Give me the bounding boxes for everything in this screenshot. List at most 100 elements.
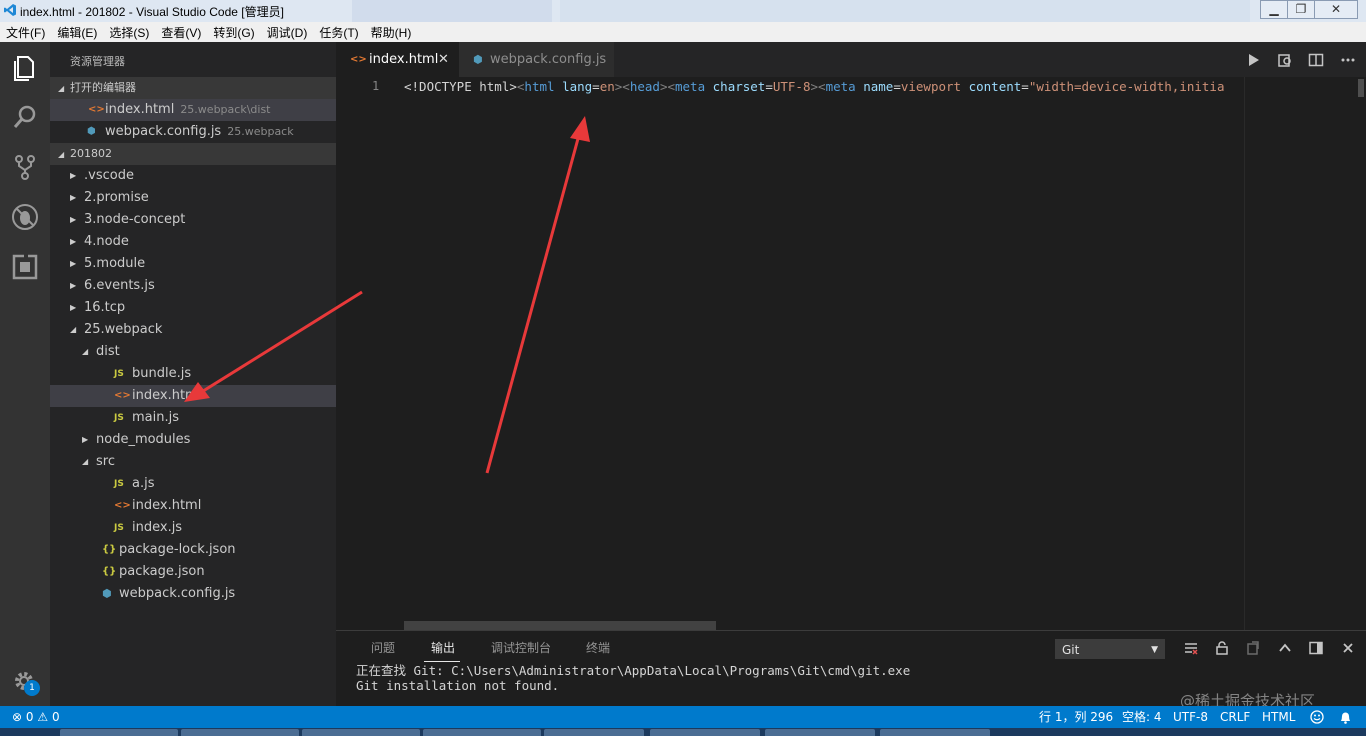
- tab-index-html[interactable]: <> index.html ✕: [336, 42, 459, 77]
- tree-folder[interactable]: ▶ 5.module: [50, 253, 336, 275]
- overview-ruler[interactable]: [1356, 77, 1366, 630]
- open-editor-item[interactable]: ⬢ webpack.config.js 25.webpack: [50, 121, 336, 143]
- menu-go[interactable]: 转到(G): [207, 23, 260, 43]
- maximize-panel-icon[interactable]: [1278, 641, 1292, 655]
- panel-tab-output[interactable]: 输出: [431, 639, 455, 656]
- close-tab-icon[interactable]: ✕: [438, 42, 449, 77]
- taskbar: [0, 728, 1366, 736]
- tree-file[interactable]: <> index.html: [50, 385, 336, 407]
- tree-file[interactable]: JS index.js: [50, 517, 336, 539]
- tree-file[interactable]: ⬢ webpack.config.js: [50, 583, 336, 605]
- explorer-icon[interactable]: [10, 52, 40, 82]
- code-token: =: [1021, 79, 1029, 94]
- taskbar-app[interactable]: [181, 729, 299, 736]
- tree-folder[interactable]: ▶ 4.node: [50, 231, 336, 253]
- horizontal-scrollbar[interactable]: [404, 621, 716, 630]
- smiley-icon[interactable]: [1310, 710, 1324, 724]
- tree-file[interactable]: {} package.json: [50, 561, 336, 583]
- debug-icon[interactable]: [10, 202, 40, 232]
- output-channel-select[interactable]: Git ▼: [1055, 639, 1165, 659]
- tree-file[interactable]: JS bundle.js: [50, 363, 336, 385]
- menu-selection[interactable]: 选择(S): [103, 23, 155, 43]
- line-ending[interactable]: CRLF: [1220, 706, 1250, 728]
- open-changes-icon[interactable]: [1277, 52, 1293, 68]
- tree-folder[interactable]: ▶ .vscode: [50, 165, 336, 187]
- panel-tab-problems[interactable]: 问题: [371, 639, 395, 656]
- background-window-ghost: [352, 0, 552, 22]
- cursor-position[interactable]: 行 1，列 296: [1039, 706, 1113, 728]
- maximize-button[interactable]: ❐: [1287, 0, 1315, 19]
- toggle-panel-icon[interactable]: [1309, 641, 1323, 655]
- taskbar-app[interactable]: [765, 729, 875, 736]
- explorer-sidebar: 资源管理器 ◢ 打开的编辑器 <> index.html 25.webpack\di…: [50, 42, 336, 706]
- split-editor-icon[interactable]: [1308, 52, 1324, 68]
- tree-folder[interactable]: ▶ node_modules: [50, 429, 336, 451]
- source-control-icon[interactable]: [10, 152, 40, 182]
- tree-folder[interactable]: ▶ 2.promise: [50, 187, 336, 209]
- minimize-button[interactable]: ▁: [1260, 0, 1288, 19]
- menu-file[interactable]: 文件(F): [0, 23, 51, 43]
- bell-icon[interactable]: [1339, 710, 1352, 724]
- menu-edit[interactable]: 编辑(E): [51, 23, 103, 43]
- open-editors-header[interactable]: ◢ 打开的编辑器: [50, 77, 336, 99]
- tree-folder[interactable]: ◢ src: [50, 451, 336, 473]
- code-token: meta: [825, 79, 856, 94]
- js-icon: JS: [114, 413, 124, 423]
- menu-help[interactable]: 帮助(H): [365, 23, 418, 43]
- tree-folder[interactable]: ▶ 16.tcp: [50, 297, 336, 319]
- taskbar-app[interactable]: [880, 729, 990, 736]
- problems-indicator[interactable]: ⊗ 0 ⚠ 0: [12, 706, 60, 728]
- run-icon[interactable]: [1246, 52, 1262, 68]
- tree-item-label: package.json: [119, 564, 205, 579]
- tab-webpack-config[interactable]: ⬢ webpack.config.js: [459, 42, 614, 77]
- open-editor-item[interactable]: <> index.html 25.webpack\dist: [50, 99, 336, 121]
- taskbar-app[interactable]: [423, 729, 541, 736]
- menu-tasks[interactable]: 任务(T): [313, 23, 364, 43]
- chevron-down-icon: ◢: [82, 457, 89, 466]
- search-icon[interactable]: [10, 102, 40, 132]
- tree-item-label: a.js: [132, 476, 155, 491]
- close-panel-icon[interactable]: [1341, 641, 1355, 655]
- tree-folder[interactable]: ◢ dist: [50, 341, 336, 363]
- encoding[interactable]: UTF-8: [1173, 706, 1208, 728]
- tree-folder[interactable]: ◢ 25.webpack: [50, 319, 336, 341]
- extensions-icon[interactable]: [10, 252, 40, 282]
- lock-scroll-icon[interactable]: [1215, 641, 1229, 655]
- code-token: <: [622, 79, 630, 94]
- tree-folder[interactable]: ▶ 6.events.js: [50, 275, 336, 297]
- tree-file[interactable]: JS main.js: [50, 407, 336, 429]
- tab-label: index.html: [369, 52, 439, 67]
- chevron-right-icon: ▶: [82, 435, 89, 444]
- panel-tab-terminal[interactable]: 终端: [586, 639, 610, 656]
- tree-file[interactable]: <> index.html: [50, 495, 336, 517]
- code-token: name: [863, 79, 894, 94]
- taskbar-app[interactable]: [60, 729, 178, 736]
- tree-item-label: main.js: [132, 410, 179, 425]
- language-mode[interactable]: HTML: [1262, 706, 1295, 728]
- error-count: 0: [25, 710, 34, 724]
- menu-debug[interactable]: 调试(D): [261, 23, 314, 43]
- open-log-icon[interactable]: [1246, 641, 1260, 655]
- folder-header[interactable]: ◢ 201802: [50, 143, 336, 165]
- close-window-button[interactable]: ✕: [1314, 0, 1358, 19]
- clear-output-icon[interactable]: [1184, 641, 1198, 655]
- more-icon[interactable]: [1340, 52, 1356, 68]
- code-token: head: [629, 79, 660, 94]
- code-token: =: [893, 79, 901, 94]
- chevron-right-icon: ▶: [70, 193, 77, 202]
- chevron-down-icon: ▼: [1151, 645, 1158, 655]
- tree-folder[interactable]: ▶ 3.node-concept: [50, 209, 336, 231]
- taskbar-app[interactable]: [650, 729, 760, 736]
- tree-file[interactable]: {} package-lock.json: [50, 539, 336, 561]
- taskbar-app[interactable]: [544, 729, 644, 736]
- tree-file[interactable]: JS a.js: [50, 473, 336, 495]
- tree-item-label: package-lock.json: [119, 542, 236, 557]
- code-line[interactable]: <!DOCTYPE html><html lang=en><head><meta…: [404, 79, 1242, 95]
- code-editor[interactable]: 1 <!DOCTYPE html><html lang=en><head><me…: [336, 77, 1366, 630]
- menu-view[interactable]: 查看(V): [155, 23, 207, 43]
- tab-label: webpack.config.js: [490, 52, 607, 67]
- vertical-scroll-thumb[interactable]: [1358, 79, 1364, 97]
- taskbar-app[interactable]: [302, 729, 420, 736]
- indentation[interactable]: 空格: 4: [1122, 706, 1162, 728]
- panel-tab-debug-console[interactable]: 调试控制台: [491, 639, 551, 656]
